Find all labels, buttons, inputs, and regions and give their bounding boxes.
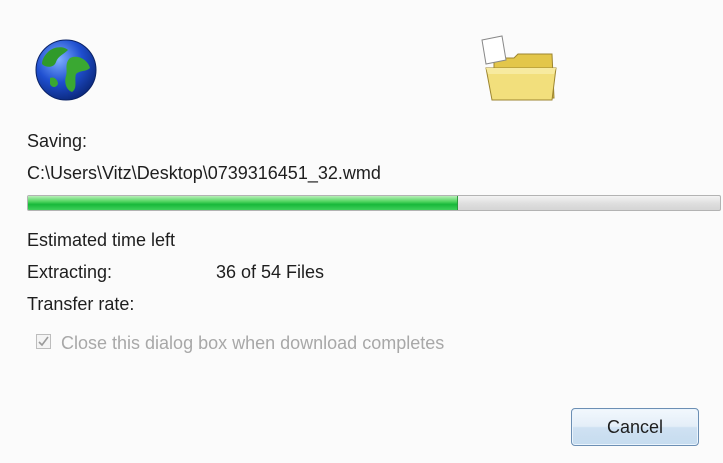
close-dialog-checkbox-label: Close this dialog box when download comp…	[61, 333, 445, 353]
folder-icon	[481, 35, 557, 101]
progress-fill	[28, 196, 459, 210]
estimated-time-label: Estimated time left	[27, 230, 176, 250]
close-dialog-checkbox[interactable]	[36, 334, 51, 349]
extracting-value: 36 of 54 Files	[216, 262, 325, 282]
saving-label: Saving:	[27, 131, 88, 151]
file-transfer-dialog: Saving: C:\Users\Vitz\Desktop\0739316451…	[0, 0, 723, 463]
progress-bar	[27, 195, 721, 211]
transfer-rate-label: Transfer rate:	[27, 294, 135, 314]
extracting-label: Extracting:	[27, 262, 113, 282]
cancel-button[interactable]: Cancel	[571, 408, 699, 446]
checkmark-icon	[38, 336, 49, 347]
globe-icon	[35, 39, 97, 101]
file-path: C:\Users\Vitz\Desktop\0739316451_32.wmd	[27, 163, 381, 183]
